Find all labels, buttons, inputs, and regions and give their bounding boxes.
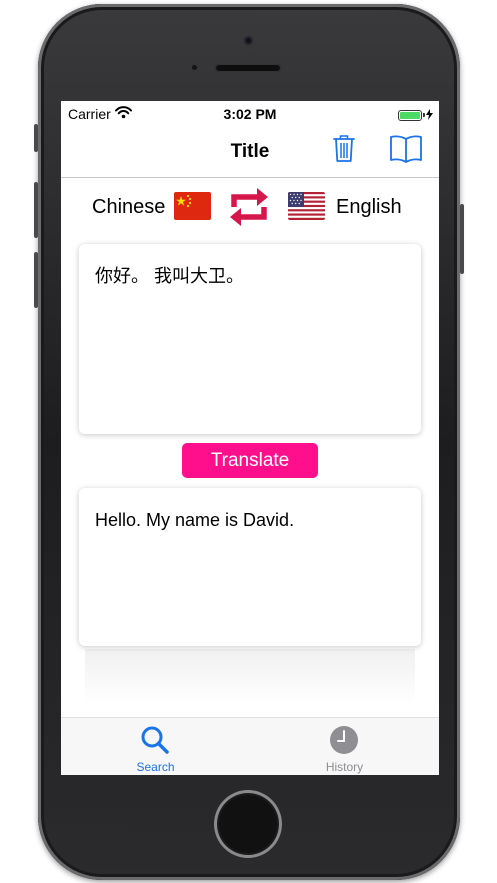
swap-arrows-icon: [228, 188, 270, 233]
trash-icon: [332, 133, 356, 168]
delete-button[interactable]: [329, 133, 359, 167]
status-time: 3:02 PM: [223, 106, 277, 122]
bookmarks-button[interactable]: [388, 133, 424, 167]
tab-history-label: History: [325, 760, 364, 774]
tab-search[interactable]: Search: [61, 718, 250, 775]
source-language-label[interactable]: Chinese: [92, 196, 165, 219]
translation-output: Hello. My name is David.: [79, 488, 421, 646]
app-screen: Carrier 3:02 PM Title Chinese English 你好…: [61, 101, 439, 775]
home-button[interactable]: [214, 790, 282, 858]
navigation-bar: Title: [61, 125, 439, 178]
tab-search-label: Search: [136, 760, 175, 774]
charging-bolt-icon: [426, 107, 433, 123]
card-shadow-decoration: [85, 649, 415, 705]
mute-switch: [34, 124, 38, 152]
battery-indicator: [398, 107, 433, 123]
clock-icon: [328, 724, 360, 756]
swap-languages-button[interactable]: [228, 185, 270, 229]
language-selector: Chinese English: [61, 181, 439, 231]
translated-text: Hello. My name is David.: [95, 510, 295, 530]
tab-history[interactable]: History: [250, 718, 439, 775]
source-text[interactable]: 你好。 我叫大卫。: [95, 264, 407, 288]
translate-button[interactable]: Translate: [182, 443, 318, 478]
usa-flag-icon[interactable]: [288, 192, 325, 220]
battery-icon: [398, 109, 422, 121]
source-text-input[interactable]: 你好。 我叫大卫。: [79, 244, 421, 434]
volume-down-button: [34, 252, 38, 308]
target-language-label[interactable]: English: [336, 196, 402, 219]
status-bar: Carrier 3:02 PM: [61, 101, 439, 125]
search-icon: [139, 724, 171, 756]
front-camera: [244, 36, 253, 45]
book-icon: [389, 133, 423, 168]
power-button: [460, 204, 464, 274]
nav-title: Title: [230, 141, 270, 162]
volume-up-button: [34, 182, 38, 238]
china-flag-icon[interactable]: [174, 192, 211, 220]
tab-bar: Search History: [61, 717, 439, 775]
proximity-sensor: [192, 65, 197, 70]
earpiece-speaker: [215, 64, 281, 72]
